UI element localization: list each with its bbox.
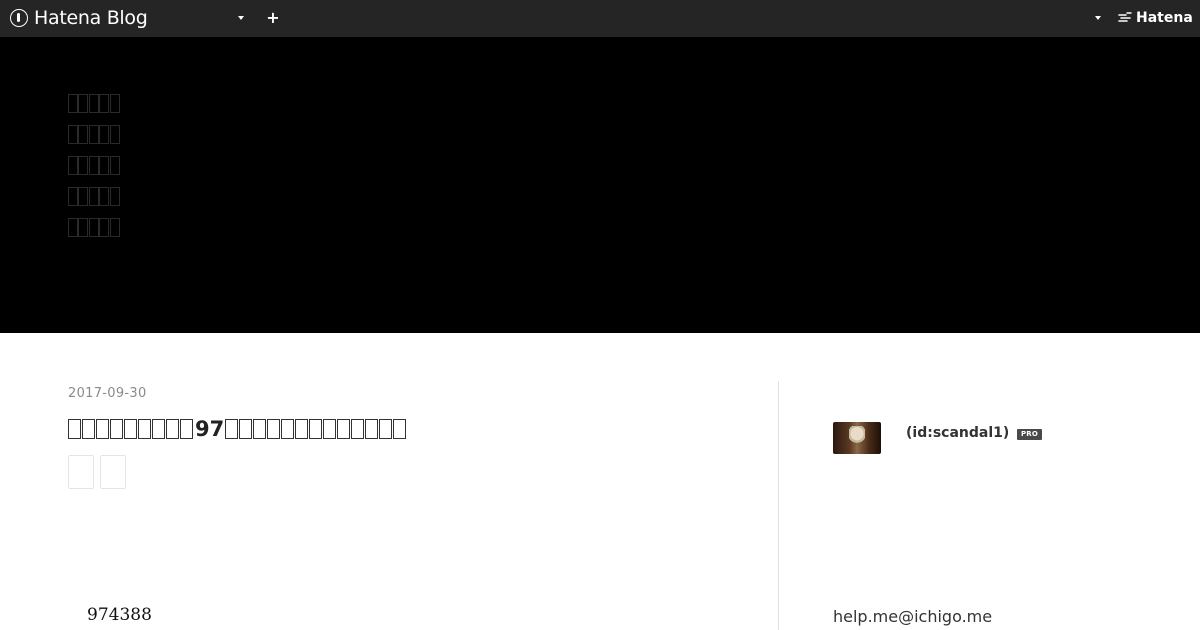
missing-glyph-box (180, 419, 193, 439)
missing-glyph-box (351, 419, 365, 439)
missing-glyph-box (68, 156, 78, 175)
missing-glyph-box (88, 218, 99, 237)
pro-badge: PRO (1017, 429, 1042, 440)
missing-glyph-box (110, 419, 123, 439)
missing-glyph-box (99, 156, 110, 175)
missing-glyph-box (166, 419, 179, 439)
missing-glyph-box (68, 419, 81, 439)
hatena-blog-logo-text: Hatena Blog (34, 7, 148, 29)
missing-glyph-box (88, 187, 99, 206)
missing-glyph-box (253, 419, 267, 439)
missing-glyph-box (99, 125, 110, 144)
share-button-1[interactable] (68, 455, 94, 489)
entry-body-text: 974388 (87, 605, 152, 625)
blog-title-line (68, 88, 120, 119)
missing-glyph-box (124, 419, 137, 439)
entry-title-number: 97 (195, 417, 225, 441)
entry-date[interactable]: 2017-09-30 (68, 386, 147, 401)
hatena-logo-icon (1118, 12, 1132, 22)
missing-glyph-box (337, 419, 351, 439)
missing-glyph-box (78, 125, 89, 144)
missing-glyph-box (78, 218, 89, 237)
missing-glyph-box (323, 419, 337, 439)
blog-title-line (68, 119, 120, 150)
entry-title[interactable]: 97 (68, 416, 407, 442)
avatar[interactable] (833, 422, 881, 454)
missing-glyph-box (88, 156, 99, 175)
missing-glyph-box (109, 218, 120, 237)
new-post-plus-icon[interactable]: + (266, 9, 280, 27)
missing-glyph-box (88, 94, 99, 113)
share-button-2[interactable] (100, 455, 126, 489)
hatena-logo-text: Hatena (1136, 10, 1193, 26)
missing-glyph-box (225, 419, 239, 439)
missing-glyph-box (109, 94, 120, 113)
hatena-blog-logo[interactable]: Hatena Blog (10, 7, 148, 29)
hatena-home-link[interactable]: Hatena (1118, 10, 1193, 26)
missing-glyph-box (109, 156, 120, 175)
missing-glyph-box (68, 125, 78, 144)
missing-glyph-box (68, 187, 78, 206)
missing-glyph-box (109, 125, 120, 144)
blog-title-line (68, 150, 120, 181)
missing-glyph-box (68, 94, 78, 113)
missing-glyph-box (365, 419, 379, 439)
missing-glyph-box (78, 156, 89, 175)
blog-header (0, 37, 1200, 333)
missing-glyph-box (393, 419, 407, 439)
missing-glyph-box (88, 125, 99, 144)
missing-glyph-box (281, 419, 295, 439)
missing-glyph-box (239, 419, 253, 439)
account-menu-chevron-down-icon[interactable] (1095, 16, 1101, 20)
blog-title[interactable] (68, 88, 120, 243)
global-header-bar: Hatena Blog + Hatena (0, 0, 1200, 37)
missing-glyph-box (295, 419, 309, 439)
share-buttons (68, 455, 126, 489)
missing-glyph-box (379, 419, 393, 439)
blog-title-line (68, 212, 120, 243)
missing-glyph-box (96, 419, 109, 439)
missing-glyph-box (78, 94, 89, 113)
hatena-blog-logo-icon (10, 9, 28, 27)
missing-glyph-box (82, 419, 95, 439)
missing-glyph-box (99, 94, 110, 113)
blog-title-line (68, 181, 120, 212)
missing-glyph-box (99, 218, 110, 237)
missing-glyph-box (138, 419, 151, 439)
user-id-link[interactable]: (id:scandal1) (906, 425, 1009, 441)
missing-glyph-box (68, 218, 78, 237)
sidebar-divider (778, 381, 779, 630)
missing-glyph-box (99, 187, 110, 206)
missing-glyph-box (152, 419, 165, 439)
blog-menu-chevron-down-icon[interactable] (238, 16, 244, 20)
missing-glyph-box (109, 187, 120, 206)
avatar-dog-image (849, 426, 865, 448)
missing-glyph-box (309, 419, 323, 439)
missing-glyph-box (267, 419, 281, 439)
contact-email: help.me@ichigo.me (833, 607, 993, 626)
missing-glyph-box (78, 187, 89, 206)
